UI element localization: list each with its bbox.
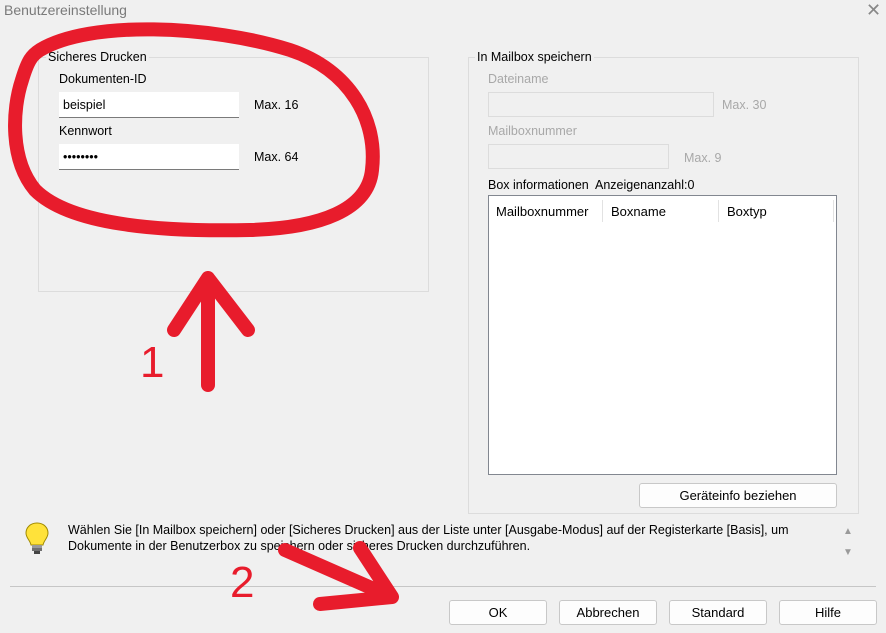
password-max: Max. 64 (254, 150, 299, 164)
column-header-mailboxnummer[interactable]: Mailboxnummer (496, 204, 588, 219)
column-divider (602, 200, 603, 222)
fetch-device-info-button[interactable]: Geräteinfo beziehen (639, 483, 837, 508)
help-button[interactable]: Hilfe (779, 600, 877, 625)
doc-id-label: Dokumenten-ID (59, 72, 147, 86)
close-icon[interactable]: ✕ (866, 0, 881, 21)
scroll-down-arrow-icon[interactable]: ▼ (843, 547, 853, 558)
footer-divider (10, 586, 876, 587)
lightbulb-icon (25, 522, 49, 554)
hint-text: Wählen Sie [In Mailbox speichern] oder [… (68, 523, 789, 553)
filename-max: Max. 30 (722, 98, 767, 112)
password-input[interactable] (59, 144, 239, 170)
box-info-table[interactable]: Mailboxnummer Boxname Boxtyp (488, 195, 837, 475)
annotation-number-1: 1 (140, 338, 165, 387)
scroll-up-arrow-icon[interactable]: ▲ (843, 526, 853, 537)
password-label: Kennwort (59, 124, 112, 138)
column-header-boxtyp[interactable]: Boxtyp (727, 204, 767, 219)
mailbox-legend: In Mailbox speichern (475, 50, 594, 64)
default-button[interactable]: Standard (669, 600, 767, 625)
column-divider (718, 200, 719, 222)
boxnumber-label: Mailboxnummer (488, 124, 577, 138)
cancel-button[interactable]: Abbrechen (559, 600, 657, 625)
column-header-boxname[interactable]: Boxname (611, 204, 666, 219)
ok-button[interactable]: OK (449, 600, 547, 625)
boxnumber-max: Max. 9 (684, 151, 722, 165)
doc-id-max: Max. 16 (254, 98, 299, 112)
secure-print-legend: Sicheres Drucken (46, 50, 149, 64)
boxnumber-input[interactable] (488, 144, 669, 169)
box-info-label: Box informationen Anzeigenanzahl:0 (488, 178, 695, 192)
window-title: Benutzereinstellung (4, 2, 127, 18)
doc-id-input[interactable] (59, 92, 239, 118)
filename-label: Dateiname (488, 72, 549, 86)
annotation-arrow-right (278, 541, 399, 611)
annotation-arrow-up (167, 271, 255, 392)
filename-input[interactable] (488, 92, 714, 117)
column-divider (833, 200, 834, 222)
annotation-number-2: 2 (230, 558, 255, 607)
